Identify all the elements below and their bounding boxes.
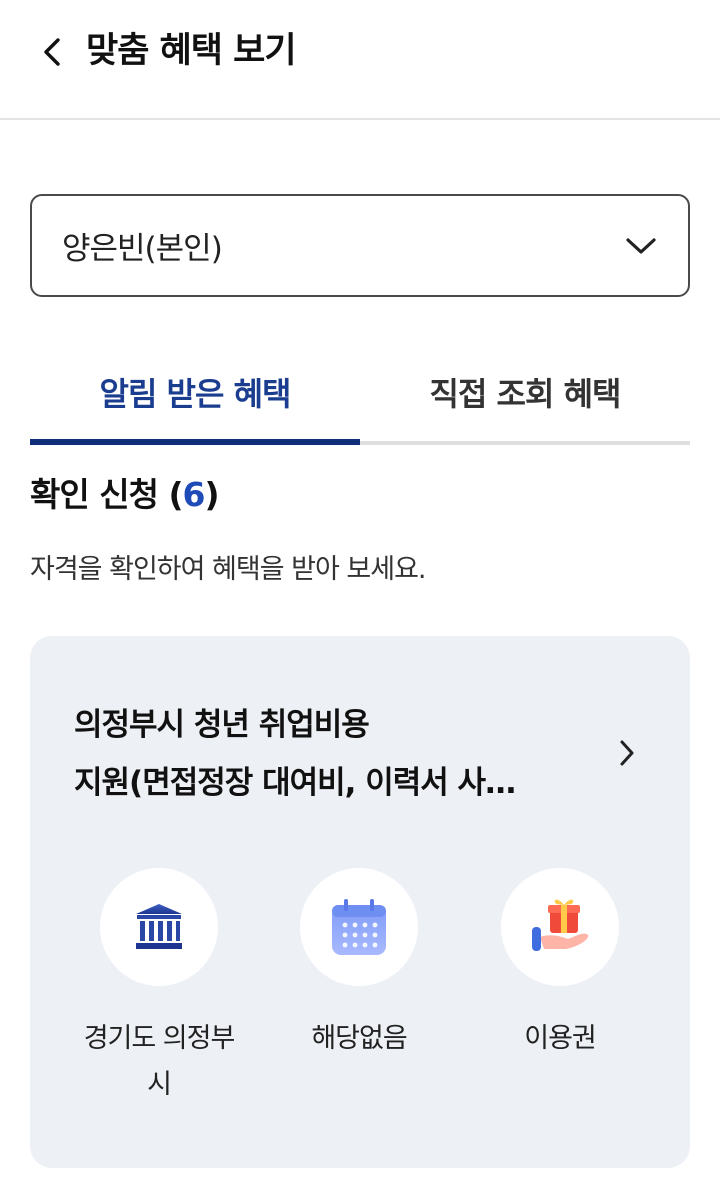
benefit-info-period: 해당없음 [259, 868, 459, 1062]
benefit-card-title-line1: 의정부시 청년 취업비용 [74, 707, 370, 743]
section-title-text: 확인 신청 [30, 475, 159, 514]
chevron-left-icon [44, 38, 60, 66]
section-title: 확인 신청 (6) [30, 470, 220, 520]
benefit-info-type-label: 이용권 [524, 1023, 597, 1054]
benefit-card-title[interactable]: 의정부시 청년 취업비용 지원(면접정장 대여비, 이력서 사… [74, 696, 594, 812]
member-select[interactable]: 양은빈(본인) [30, 194, 690, 297]
member-select-value: 양은빈(본인) [62, 231, 223, 267]
calendar-icon [332, 899, 386, 955]
benefit-card[interactable]: 의정부시 청년 취업비용 지원(면접정장 대여비, 이력서 사… 경기도 의정부… [30, 636, 690, 1168]
benefit-info-region-label: 경기도 의정부시 [83, 1023, 236, 1100]
benefit-card-title-line2: 지원(면접정장 대여비, 이력서 사… [74, 765, 516, 801]
section-description: 자격을 확인하여 혜택을 받아 보세요. [30, 554, 427, 585]
chevron-right-icon [620, 740, 634, 766]
government-building-icon [136, 904, 182, 949]
section-count-open: ( [168, 475, 183, 514]
page-title: 맞춤 혜택 보기 [86, 31, 297, 71]
back-button[interactable] [28, 28, 76, 76]
info-circle [300, 868, 418, 986]
benefit-card-arrow[interactable] [612, 736, 642, 770]
benefit-info-type: 이용권 [460, 868, 660, 1062]
top-bar: 맞춤 혜택 보기 [0, 0, 720, 120]
tab-notified-benefits[interactable]: 알림 받은 혜택 [30, 350, 360, 445]
info-circle [501, 868, 619, 986]
benefit-tabs: 알림 받은 혜택 직접 조회 혜택 [30, 350, 690, 445]
section-count: 6 [182, 475, 206, 514]
gift-hand-icon [532, 899, 589, 951]
benefit-info-region: 경기도 의정부시 [59, 868, 259, 1108]
section-count-close: ) [204, 475, 220, 514]
tab-searched-benefits[interactable]: 직접 조회 혜택 [360, 350, 690, 441]
benefit-info-period-label: 해당없음 [311, 1023, 407, 1054]
chevron-down-icon [624, 229, 658, 263]
info-circle [100, 868, 218, 986]
